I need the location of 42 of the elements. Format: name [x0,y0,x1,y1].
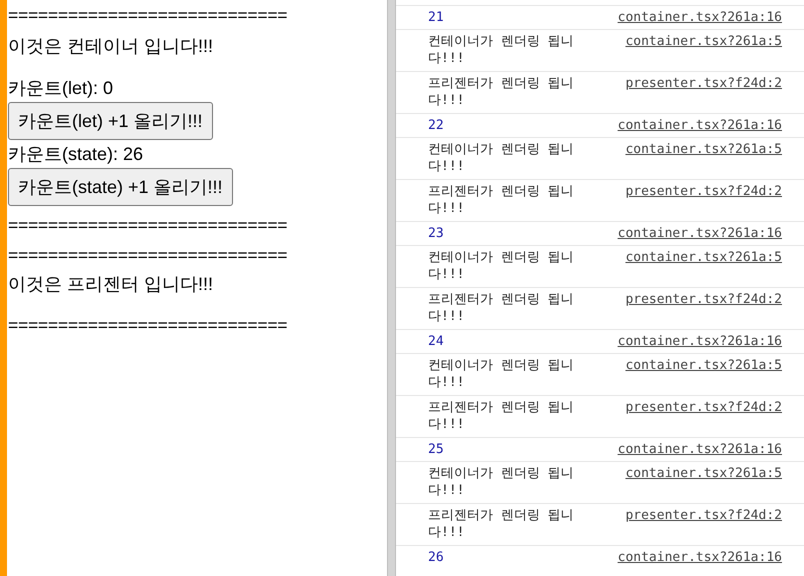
log-message: 컨테이너가 렌더링 됩니다!!! [428,465,575,499]
source-link[interactable]: presenter.tsx?f24d:2 [625,75,782,92]
increment-button[interactable]: 카운트(state) +1 올리기!!! [8,168,233,206]
log-message: 프리젠터가 렌더링 됩니다!!! [428,399,575,433]
divider-text: ============================ [8,214,288,236]
log-value: 24 [428,333,444,350]
log-value: 25 [428,441,444,458]
log-message: 프리젠터가 렌더링 됩니다!!! [428,183,575,217]
source-link[interactable]: container.tsx?261a:16 [618,441,782,458]
source-link[interactable]: container.tsx?261a:5 [625,141,782,158]
divider-text: ============================ [8,4,288,26]
source-link[interactable]: container.tsx?261a:16 [618,333,782,350]
source-link[interactable]: container.tsx?261a:5 [625,357,782,374]
source-link[interactable]: presenter.tsx?f24d:2 [625,291,782,308]
log-value: 21 [428,9,444,26]
source-link[interactable]: container.tsx?261a:5 [625,249,782,266]
log-value: 26 [428,549,444,566]
source-link[interactable]: presenter.tsx?f24d:2 [625,183,782,200]
log-message: 컨테이너가 렌더링 됩니다!!! [428,249,575,283]
heading-text: 이것은 프리젠터 입니다!!! [8,273,214,296]
log-message: 프리젠터가 렌더링 됩니다!!! [428,75,575,109]
source-link[interactable]: container.tsx?261a:5 [625,465,782,482]
log-value: 22 [428,117,444,134]
log-message: 프리젠터가 렌더링 됩니다!!! [428,507,575,541]
count-text: 카운트(let): 0 [8,77,114,100]
divider-text: ============================ [8,244,288,266]
log-message: 컨테이너가 렌더링 됩니다!!! [428,33,575,67]
count-text: 카운트(state): 26 [8,143,144,166]
log-message: 컨테이너가 렌더링 됩니다!!! [428,141,575,175]
source-link[interactable]: container.tsx?261a:5 [625,33,782,50]
source-link[interactable]: container.tsx?261a:16 [618,9,782,26]
heading-text: 이것은 컨테이너 입니다!!! [8,35,214,58]
log-message: 컨테이너가 렌더링 됩니다!!! [428,357,575,391]
log-value: 23 [428,225,444,242]
source-link[interactable]: container.tsx?261a:16 [618,549,782,566]
source-link[interactable]: presenter.tsx?f24d:2 [625,507,782,524]
source-link[interactable]: container.tsx?261a:16 [618,117,782,134]
divider-text: ============================ [8,314,288,336]
log-message: 프리젠터가 렌더링 됩니다!!! [428,291,575,325]
source-link[interactable]: container.tsx?261a:16 [618,225,782,242]
increment-button[interactable]: 카운트(let) +1 올리기!!! [8,102,213,140]
source-link[interactable]: presenter.tsx?f24d:2 [625,399,782,416]
